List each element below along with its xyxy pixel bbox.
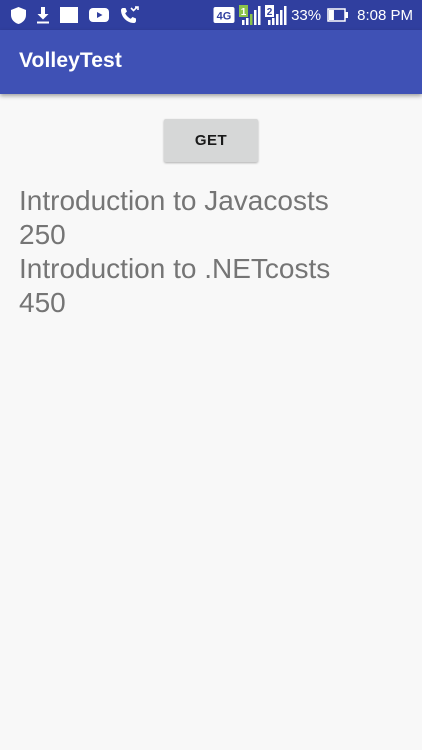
youtube-icon [88,7,110,23]
app-bar: VolleyTest [0,30,422,94]
battery-percent: 33% [291,6,322,24]
response-line: 450 [19,287,66,318]
response-line: 250 [19,219,66,250]
get-button[interactable]: GET [164,119,258,162]
system-indicators: 4G 1 2 33% 8:08 PM [213,4,413,26]
sim2-label: 2 [267,7,273,18]
download-icon [36,6,50,24]
image-icon [59,6,79,24]
sim2-signal-icon: 2 [264,4,287,26]
app-title: VolleyTest [19,49,122,72]
clock: 8:08 PM [357,6,413,24]
response-line: Introduction to .NETcosts [19,253,331,284]
notification-icons [10,5,148,25]
sim1-label: 1 [241,7,247,18]
response-text: Introduction to Javacosts 250 Introducti… [19,184,409,320]
battery-fill [329,10,335,20]
shield-icon [10,6,27,25]
sim1-signal-icon: 1 [238,4,261,26]
missed-call-icon [119,5,139,25]
network-4g-label: 4G [217,11,232,23]
status-bar: 4G 1 2 33% 8:08 PM [0,0,422,30]
network-4g-icon: 4G [213,6,235,24]
battery-icon [327,8,349,22]
response-line: Introduction to Javacosts [19,185,329,216]
